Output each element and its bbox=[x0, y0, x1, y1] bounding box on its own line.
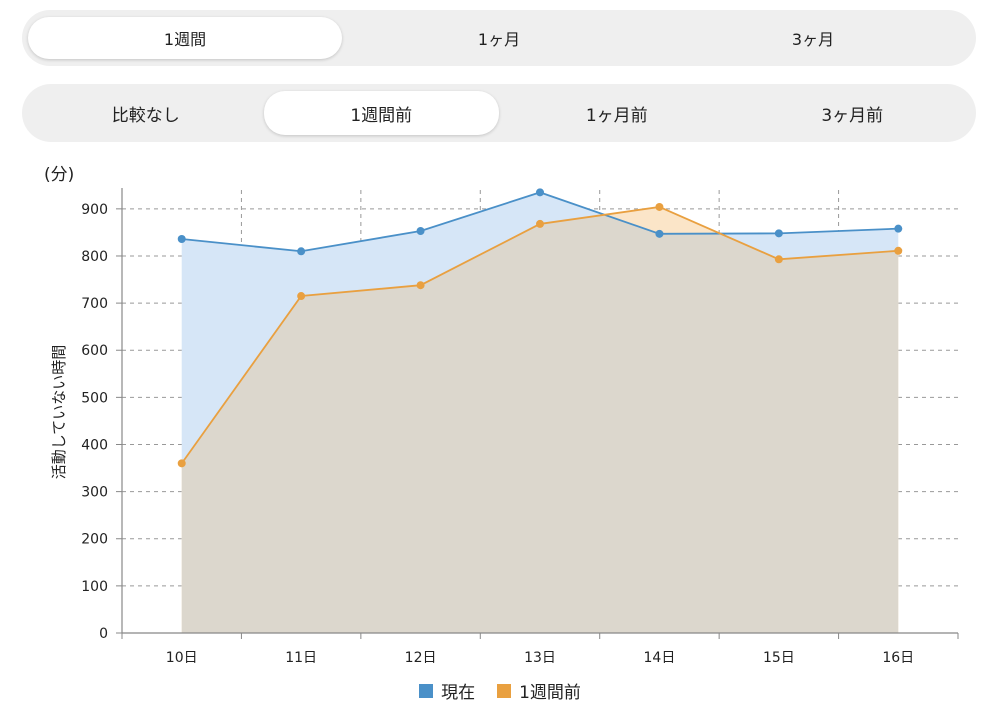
y-tick-label: 0 bbox=[99, 626, 108, 642]
data-point bbox=[416, 281, 425, 290]
y-tick-label: 500 bbox=[81, 390, 108, 406]
data-point bbox=[774, 255, 783, 264]
data-point bbox=[177, 459, 186, 468]
legend-item-previous[interactable]: 1週間前 bbox=[497, 678, 581, 703]
tab-1month[interactable]: 1ヶ月 bbox=[342, 17, 656, 59]
legend-label-current: 現在 bbox=[441, 683, 476, 703]
x-tick-label: 12日 bbox=[405, 650, 437, 666]
data-point bbox=[416, 227, 425, 236]
y-tick-label: 800 bbox=[81, 249, 108, 265]
y-unit-label: (分) bbox=[44, 165, 74, 185]
data-point bbox=[655, 229, 664, 238]
legend: 現在 1週間前 bbox=[0, 678, 1000, 703]
data-point bbox=[297, 247, 306, 256]
y-tick-label: 300 bbox=[81, 485, 108, 501]
legend-item-current[interactable]: 現在 bbox=[419, 678, 475, 703]
y-tick-label: 400 bbox=[81, 437, 108, 453]
tab-3months-ago[interactable]: 3ヶ月前 bbox=[735, 91, 971, 135]
x-tick-label: 16日 bbox=[882, 650, 914, 666]
data-point bbox=[177, 235, 186, 244]
tab-3months[interactable]: 3ヶ月 bbox=[656, 17, 970, 59]
y-axis-title: 活動していない時間 bbox=[50, 345, 68, 480]
y-tick-label: 900 bbox=[81, 202, 108, 218]
y-tick-label: 700 bbox=[81, 296, 108, 312]
comparison-selector: 比較なし 1週間前 1ヶ月前 3ヶ月前 bbox=[22, 84, 976, 142]
data-point bbox=[655, 202, 664, 211]
x-tick-label: 10日 bbox=[166, 650, 198, 666]
tab-1month-ago[interactable]: 1ヶ月前 bbox=[499, 91, 735, 135]
x-tick-label: 11日 bbox=[285, 650, 317, 666]
x-tick-label: 13日 bbox=[524, 650, 556, 666]
x-tick-labels: 10日 11日 12日 13日 14日 15日 16日 bbox=[166, 650, 914, 666]
data-point bbox=[536, 219, 544, 228]
data-point bbox=[894, 224, 903, 233]
tab-1week[interactable]: 1週間 bbox=[28, 17, 342, 59]
legend-swatch-current bbox=[419, 683, 434, 698]
legend-label-previous: 1週間前 bbox=[519, 683, 581, 703]
data-point bbox=[774, 229, 783, 238]
x-tick-label: 14日 bbox=[644, 650, 676, 666]
legend-swatch-previous bbox=[497, 683, 512, 698]
y-tick-label: 100 bbox=[81, 579, 108, 595]
data-point bbox=[297, 292, 306, 301]
y-tick-label: 200 bbox=[81, 532, 108, 548]
y-tick-labels: 0 100 200 300 400 500 600 700 800 900 bbox=[81, 202, 108, 642]
x-tick-label: 15日 bbox=[763, 650, 795, 666]
tab-no-comparison[interactable]: 比較なし bbox=[28, 91, 264, 135]
inactive-time-chart: (分) 活動していない時間 0 100 200 300 400 500 600 700 800 9… bbox=[44, 165, 959, 666]
data-point bbox=[536, 188, 544, 197]
period-selector: 1週間 1ヶ月 3ヶ月 bbox=[22, 10, 976, 66]
tab-1week-ago[interactable]: 1週間前 bbox=[263, 91, 499, 135]
data-point bbox=[894, 246, 903, 255]
y-tick-label: 600 bbox=[81, 343, 108, 359]
